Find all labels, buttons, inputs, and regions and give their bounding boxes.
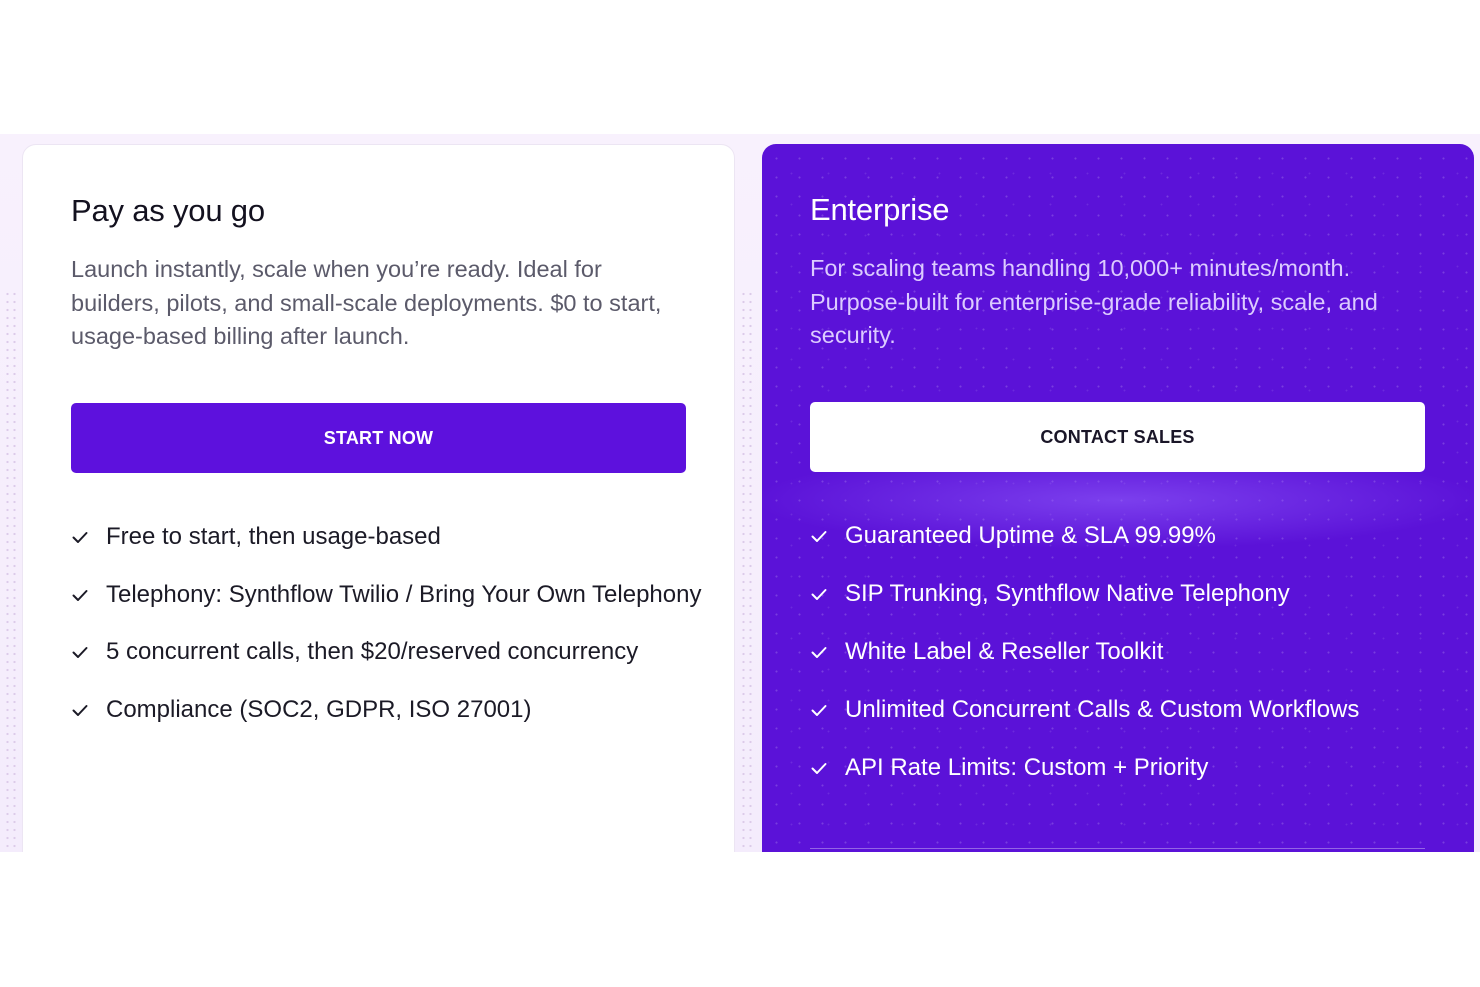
plan-title: Enterprise: [810, 192, 950, 227]
check-icon: [72, 589, 88, 601]
dot-pattern-decoration: [740, 290, 754, 850]
check-icon: [72, 647, 88, 658]
feature-text: Free to start, then usage-based: [106, 523, 441, 550]
feature-text: 5 concurrent calls, then $20/reserved co…: [106, 638, 639, 665]
feature-text: Guaranteed Uptime & SLA 99.99%: [845, 522, 1216, 549]
pricing-card-pay-as-you-go: Pay as you go Launch instantly, scale wh…: [22, 144, 735, 874]
divider: [810, 848, 1425, 849]
check-icon: [811, 589, 827, 600]
feature-list: Guaranteed Uptime & SLA 99.99% SIP Trunk…: [810, 519, 1450, 809]
page-bottom-area: [0, 852, 1480, 987]
feature-item: Compliance (SOC2, GDPR, ISO 27001): [71, 693, 711, 727]
feature-item: Unlimited Concurrent Calls & Custom Work…: [810, 693, 1450, 727]
check-icon: [811, 531, 827, 542]
feature-text: White Label & Reseller Toolkit: [845, 638, 1164, 665]
pricing-card-enterprise: Enterprise For scaling teams handling 10…: [762, 144, 1474, 874]
plan-description: For scaling teams handling 10,000+ minut…: [810, 255, 1378, 348]
check-icon: [811, 763, 827, 774]
feature-text: Telephony: Synthflow Twilio / Bring Your…: [106, 580, 702, 608]
feature-text: SIP Trunking, Synthflow Native Telephony: [845, 580, 1290, 607]
feature-item: Guaranteed Uptime & SLA 99.99%: [810, 519, 1450, 553]
feature-list: Free to start, then usage-based Telephon…: [71, 520, 711, 750]
dot-pattern-decoration: [4, 290, 18, 850]
feature-item: SIP Trunking, Synthflow Native Telephony: [810, 577, 1450, 611]
feature-item: Free to start, then usage-based: [71, 520, 711, 554]
feature-text: API Rate Limits: Custom + Priority: [845, 754, 1209, 781]
feature-text: Compliance (SOC2, GDPR, ISO 27001): [106, 695, 532, 723]
plan-title: Pay as you go: [71, 193, 265, 228]
check-icon: [72, 532, 88, 543]
check-icon: [811, 705, 827, 716]
check-icon: [72, 704, 88, 716]
feature-item: Telephony: Synthflow Twilio / Bring Your…: [71, 578, 711, 612]
plan-description: Launch instantly, scale when you’re read…: [71, 256, 662, 349]
feature-item: White Label & Reseller Toolkit: [810, 635, 1450, 669]
check-icon: [811, 647, 827, 658]
contact-sales-button[interactable]: CONTACT SALES: [810, 402, 1425, 472]
feature-item: API Rate Limits: Custom + Priority: [810, 751, 1450, 785]
feature-item: 5 concurrent calls, then $20/reserved co…: [71, 635, 711, 669]
feature-text: Unlimited Concurrent Calls & Custom Work…: [845, 696, 1360, 723]
start-now-button[interactable]: START NOW: [71, 403, 686, 473]
